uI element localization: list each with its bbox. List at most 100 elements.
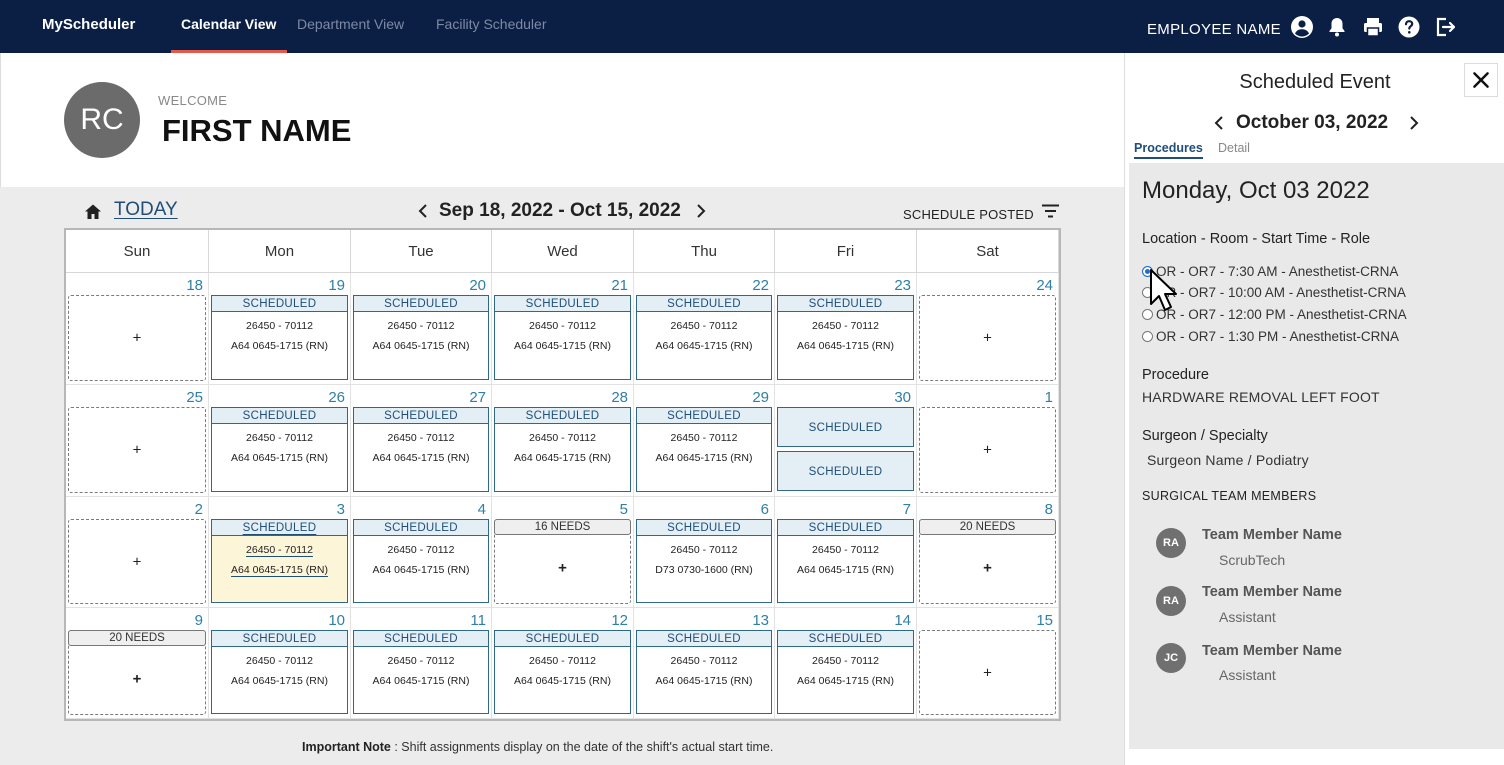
calendar-day-cell[interactable]: 8 20 NEEDS + [917, 497, 1059, 608]
needs-card[interactable]: 16 NEEDS + [494, 519, 631, 604]
shift-card[interactable]: SCHEDULED 26450 - 70112 A64 0645-1715 (RN) [494, 630, 631, 714]
today-link[interactable]: TODAY [114, 199, 178, 221]
day-number: 8 [1044, 501, 1053, 518]
nav-calendar-view[interactable]: Calendar View [181, 16, 276, 32]
add-shift-button[interactable]: + [919, 630, 1056, 715]
employee-name[interactable]: EMPLOYEE NAME [1147, 21, 1281, 38]
team-member-name: Team Member Name [1202, 527, 1342, 543]
needs-badge: 20 NEEDS [919, 519, 1056, 535]
shift-card[interactable]: SCHEDULED 26450 - 70112 A64 0645-1715 (RN) [211, 295, 348, 380]
calendar-day-cell[interactable]: 2 + [66, 497, 209, 608]
calendar-day-cell[interactable]: 14 SCHEDULED 26450 - 70112 A64 0645-1715 (R… [775, 608, 917, 719]
calendar-day-cell[interactable]: 5 16 NEEDS + [492, 497, 634, 608]
chevron-left-icon[interactable] [418, 203, 428, 219]
avatar: RA [1156, 586, 1186, 616]
shift-card[interactable]: SCHEDULED 26450 - 70112 A64 0645-1715 (RN) [211, 407, 348, 492]
calendar-day-cell[interactable]: 10 SCHEDULED 26450 - 70112 A64 0645-1715 (R… [209, 608, 351, 719]
shift-card[interactable]: SCHEDULED 26450 - 70112 D73 0730-1600 (RN) [636, 519, 772, 603]
calendar-day-cell[interactable]: 6 SCHEDULED 26450 - 70112 D73 0730-1600 (RN… [634, 497, 775, 608]
option-label: OR - OR7 - 1:30 PM - Anesthetist-CRNA [1156, 329, 1400, 344]
procedure-option[interactable]: OR - OR7 - 7:30 AM - Anesthetist-CRNA [1142, 264, 1398, 280]
shift-card[interactable]: SCHEDULED 26450 - 70112 A64 0645-1715 (RN) [494, 295, 631, 380]
nav-department-view[interactable]: Department View [297, 16, 404, 32]
bell-icon[interactable] [1325, 15, 1349, 39]
shift-card[interactable]: SCHEDULED 26450 - 70112 A64 0645-1715 (RN) [636, 407, 772, 492]
day-number: 30 [894, 389, 911, 406]
shift-card[interactable]: SCHEDULED [777, 451, 914, 491]
logout-icon[interactable] [1433, 15, 1457, 39]
shift-card[interactable]: SCHEDULED 26450 - 70112 A64 0645-1715 (RN) [353, 407, 489, 492]
shift-card[interactable]: SCHEDULED 26450 - 70112 A64 0645-1715 (RN) [211, 519, 348, 603]
calendar-day-cell[interactable]: 25 + [66, 385, 209, 497]
calendar-day-cell[interactable]: 15 + [917, 608, 1059, 719]
shift-code: 26450 - 70112 [670, 655, 738, 667]
day-header: Sun [66, 230, 209, 273]
add-shift-button[interactable]: + [68, 407, 206, 493]
calendar-day-cell[interactable]: 7 SCHEDULED 26450 - 70112 A64 0645-1715 (RN… [775, 497, 917, 608]
calendar-day-cell[interactable]: 4 SCHEDULED 26450 - 70112 A64 0645-1715 (RN… [351, 497, 492, 608]
calendar-day-cell[interactable]: 1 + [917, 385, 1059, 497]
needs-card[interactable]: 20 NEEDS + [919, 519, 1056, 604]
tab-detail[interactable]: Detail [1218, 141, 1250, 155]
shift-card[interactable]: SCHEDULED 26450 - 70112 A64 0645-1715 (RN) [353, 295, 489, 380]
calendar-day-cell[interactable]: 18 + [66, 273, 209, 385]
day-number: 26 [328, 389, 345, 406]
brand-logo[interactable]: MyScheduler [42, 16, 135, 33]
filter-icon[interactable] [1042, 204, 1059, 218]
shift-time: A64 0645-1715 (RN) [655, 675, 753, 687]
calendar-day-cell[interactable]: 26 SCHEDULED 26450 - 70112 A64 0645-1715 (R… [209, 385, 351, 497]
shift-card[interactable]: SCHEDULED 26450 - 70112 A64 0645-1715 (RN) [211, 630, 348, 714]
print-icon[interactable] [1361, 15, 1385, 39]
tab-procedures[interactable]: Procedures [1134, 141, 1203, 159]
procedure-option[interactable]: OR - OR7 - 10:00 AM - Anesthetist-CRNA [1142, 285, 1406, 301]
procedure-option[interactable]: OR - OR7 - 12:00 PM - Anesthetist-CRNA [1142, 307, 1407, 323]
shift-card[interactable]: SCHEDULED [777, 407, 914, 447]
calendar-day-cell[interactable]: 3 SCHEDULED 26450 - 70112 A64 0645-1715 (RN… [209, 497, 351, 608]
add-shift-button[interactable]: + [68, 519, 206, 604]
radio-button[interactable] [1142, 331, 1153, 342]
add-shift-button[interactable]: + [919, 295, 1056, 381]
add-shift-button[interactable]: + [919, 407, 1056, 493]
calendar-day-cell[interactable]: 22 SCHEDULED 26450 - 70112 A64 0645-1715 (R… [634, 273, 775, 385]
shift-card[interactable]: SCHEDULED 26450 - 70112 A64 0645-1715 (RN) [353, 519, 489, 603]
calendar-day-cell[interactable]: 30 SCHEDULED SCHEDULED [775, 385, 917, 497]
calendar-day-cell[interactable]: 28 SCHEDULED 26450 - 70112 A64 0645-1715 (R… [492, 385, 634, 497]
calendar-day-cell[interactable]: 13 SCHEDULED 26450 - 70112 A64 0645-1715 (R… [634, 608, 775, 719]
account-icon[interactable] [1290, 15, 1314, 39]
shift-card[interactable]: SCHEDULED 26450 - 70112 A64 0645-1715 (RN) [636, 295, 772, 380]
calendar-day-cell[interactable]: 9 20 NEEDS + [66, 608, 209, 719]
shift-card[interactable]: SCHEDULED 26450 - 70112 A64 0645-1715 (RN) [777, 519, 914, 603]
nav-facility-scheduler[interactable]: Facility Scheduler [436, 16, 547, 32]
calendar-day-cell[interactable]: 24 + [917, 273, 1059, 385]
calendar-day-cell[interactable]: 21 SCHEDULED 26450 - 70112 A64 0645-1715 (R… [492, 273, 634, 385]
calendar-day-cell[interactable]: 29 SCHEDULED 26450 - 70112 A64 0645-1715 (R… [634, 385, 775, 497]
procedure-option[interactable]: OR - OR7 - 1:30 PM - Anesthetist-CRNA [1142, 329, 1399, 345]
add-shift-button[interactable]: + [68, 295, 206, 381]
help-icon[interactable] [1397, 15, 1421, 39]
shift-code: 26450 - 70112 [529, 432, 596, 444]
shift-time: A64 0645-1715 (RN) [797, 564, 894, 576]
calendar-day-cell[interactable]: 23 SCHEDULED 26450 - 70112 A64 0645-1715 (R… [775, 273, 917, 385]
calendar-day-cell[interactable]: 27 SCHEDULED 26450 - 70112 A64 0645-1715 (R… [351, 385, 492, 497]
calendar-day-cell[interactable]: 19 SCHEDULED 26450 - 70112 A64 0645-1715 (R… [209, 273, 351, 385]
chevron-right-icon[interactable] [696, 203, 706, 219]
plus-icon: + [983, 329, 992, 347]
shift-card[interactable]: SCHEDULED 26450 - 70112 A64 0645-1715 (RN) [636, 630, 772, 714]
shift-card[interactable]: SCHEDULED 26450 - 70112 A64 0645-1715 (RN) [777, 630, 914, 714]
shift-code: 26450 - 70112 [529, 320, 596, 332]
calendar-day-cell[interactable]: 20 SCHEDULED 26450 - 70112 A64 0645-1715 (R… [351, 273, 492, 385]
shift-card[interactable]: SCHEDULED 26450 - 70112 A64 0645-1715 (RN) [494, 407, 631, 492]
shift-card[interactable]: SCHEDULED 26450 - 70112 A64 0645-1715 (RN) [353, 630, 489, 714]
shift-code: 26450 - 70112 [670, 432, 738, 444]
close-icon[interactable] [1464, 63, 1498, 97]
shift-card[interactable]: SCHEDULED 26450 - 70112 A64 0645-1715 (RN) [777, 295, 914, 380]
chevron-left-icon[interactable] [1214, 115, 1224, 131]
calendar-day-cell[interactable]: 11 SCHEDULED 26450 - 70112 A64 0645-1715 (R… [351, 608, 492, 719]
calendar-day-cell[interactable]: 12 SCHEDULED 26450 - 70112 A64 0645-1715 (R… [492, 608, 634, 719]
home-icon[interactable] [84, 203, 102, 221]
chevron-right-icon[interactable] [1409, 115, 1419, 131]
shift-status: SCHEDULED [495, 408, 630, 424]
shift-code: 26450 - 70112 [246, 655, 313, 667]
shift-code: 26450 - 70112 [246, 544, 313, 556]
needs-card[interactable]: 20 NEEDS + [68, 630, 206, 715]
